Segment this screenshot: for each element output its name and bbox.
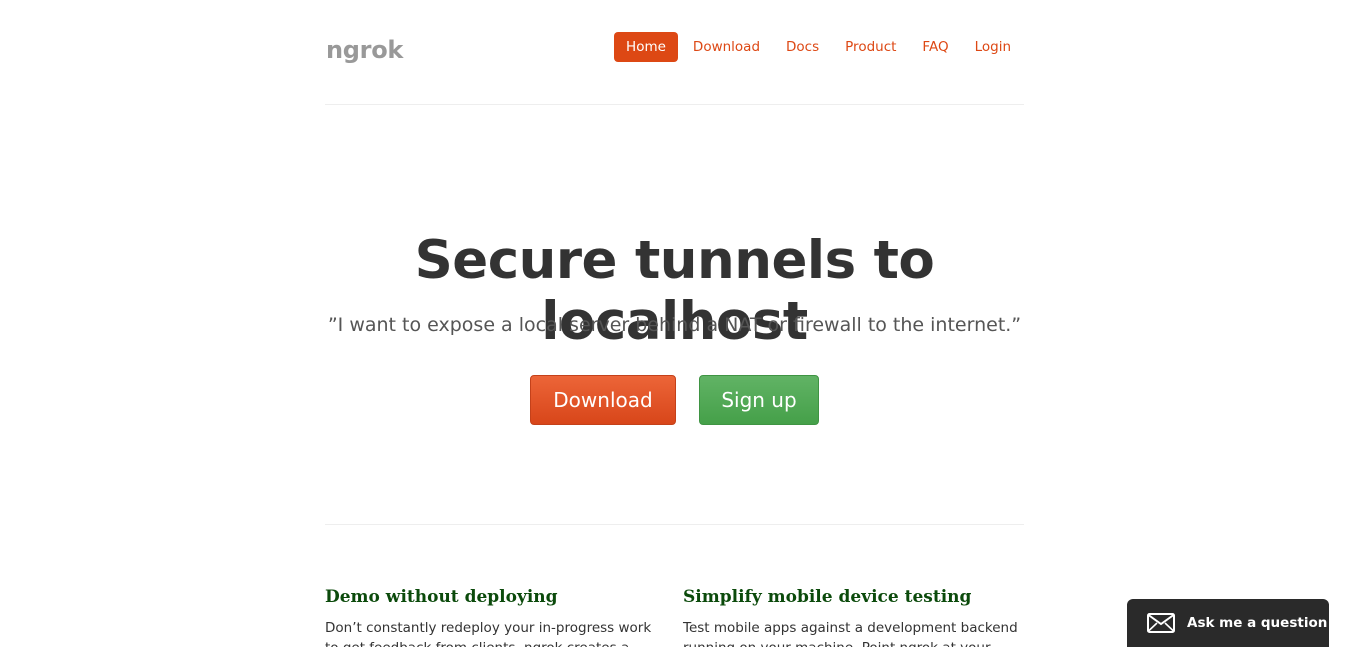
brand-logo[interactable]: ngrok <box>326 36 403 64</box>
hero-quote: ”I want to expose a local server behind … <box>327 314 1022 336</box>
ask-question-label: Ask me a question <box>1187 615 1328 631</box>
nav-faq[interactable]: FAQ <box>909 32 961 62</box>
nav-home[interactable]: Home <box>614 32 678 62</box>
header-divider <box>325 104 1024 105</box>
feature-title: Demo without deploying <box>325 587 558 607</box>
nav-docs[interactable]: Docs <box>773 32 832 62</box>
ask-question-widget[interactable]: Ask me a question <box>1127 599 1329 647</box>
mail-icon <box>1147 613 1175 633</box>
nav-download[interactable]: Download <box>680 32 773 62</box>
signup-button[interactable]: Sign up <box>699 375 819 425</box>
hero-divider <box>325 524 1024 525</box>
nav-product[interactable]: Product <box>832 32 909 62</box>
feature-text: Test mobile apps against a development b… <box>683 620 1018 647</box>
nav-login[interactable]: Login <box>962 32 1024 62</box>
download-button[interactable]: Download <box>530 375 676 425</box>
main-nav: Home Download Docs Product FAQ Login <box>614 32 1024 62</box>
feature-title: Simplify mobile device testing <box>683 587 972 607</box>
feature-text: Don’t constantly redeploy your in-progre… <box>325 620 652 647</box>
